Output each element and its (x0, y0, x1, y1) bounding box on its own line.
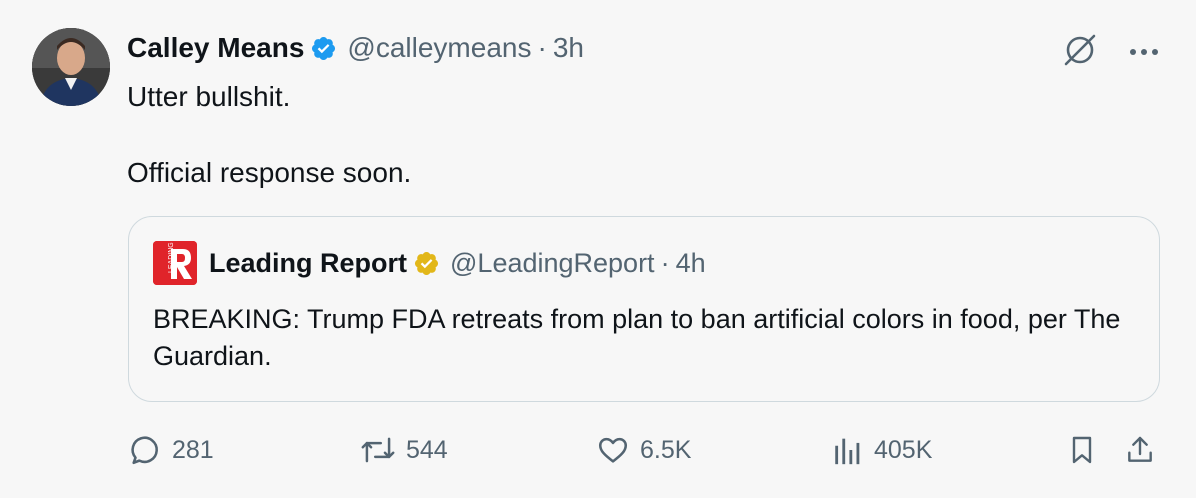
like-icon (598, 437, 628, 463)
reply-button[interactable]: 281 (128, 428, 214, 472)
reply-icon (131, 436, 158, 465)
tweet-header: Calley Means @calleymeans · 3h (127, 28, 584, 68)
bookmark-button[interactable] (1066, 428, 1108, 472)
tweet[interactable]: Calley Means @calleymeans · 3h Utter bul… (0, 0, 1196, 498)
quoted-author-name[interactable]: Leading Report (209, 248, 407, 279)
quoted-tweet-header: LEADING Leading Report @LeadingReport · … (153, 241, 706, 285)
grok-icon[interactable] (1060, 30, 1100, 75)
tweet-text: Utter bullshit. Official response soon. (127, 78, 411, 192)
top-icons (1060, 30, 1160, 75)
like-count: 6.5K (640, 435, 692, 464)
author-handle[interactable]: @calleymeans (347, 32, 531, 64)
avatar[interactable] (32, 28, 110, 106)
author-name[interactable]: Calley Means (127, 32, 304, 64)
action-bar: 281 544 6.5K 405K (128, 428, 1164, 472)
tweet-text-line: Official response soon. (127, 157, 412, 188)
separator: · (660, 247, 670, 278)
quoted-timestamp[interactable]: 4h (676, 248, 706, 279)
repost-button[interactable]: 544 (360, 428, 448, 472)
view-count: 405K (874, 435, 933, 464)
bookmark-icon (1072, 436, 1092, 464)
quoted-tweet[interactable]: LEADING Leading Report @LeadingReport · … (128, 216, 1160, 402)
repost-count: 544 (406, 435, 448, 464)
like-button[interactable]: 6.5K (596, 428, 691, 472)
logo-text: LEADING (168, 242, 175, 273)
quoted-tweet-text: BREAKING: Trump FDA retreats from plan t… (153, 304, 1121, 371)
quoted-author-handle[interactable]: @LeadingReport (450, 248, 655, 279)
verified-gold-badge-icon (413, 250, 440, 277)
views-icon (835, 438, 860, 465)
leading-report-logo[interactable]: LEADING (153, 241, 197, 285)
reply-count: 281 (172, 435, 214, 464)
repost-icon (361, 437, 395, 463)
separator: · (537, 32, 547, 63)
timestamp[interactable]: 3h (553, 32, 584, 64)
tweet-text-line: Utter bullshit. (127, 81, 291, 112)
verified-badge-icon (310, 35, 337, 62)
views-button[interactable]: 405K (832, 428, 932, 472)
more-icon[interactable] (1128, 44, 1160, 62)
share-button[interactable] (1124, 428, 1166, 472)
share-icon (1128, 436, 1152, 462)
